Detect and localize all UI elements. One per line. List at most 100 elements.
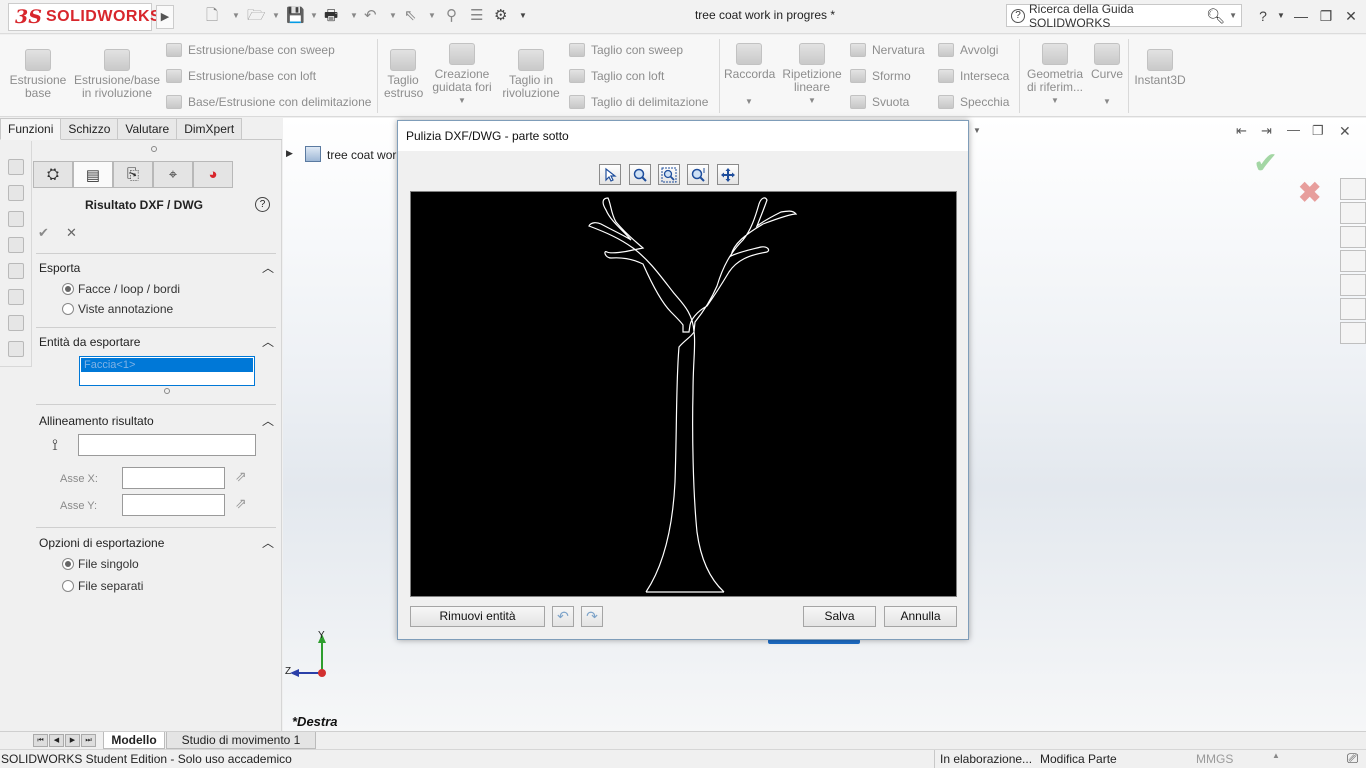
pm-ok-button[interactable]: ✔ — [38, 225, 49, 241]
new-document-icon[interactable]: 🗋 — [206, 6, 218, 26]
sketch-tool-icon[interactable] — [8, 159, 24, 175]
radio-separate-files[interactable]: File separati — [62, 579, 143, 593]
menu-flyout-button[interactable]: ▶ — [156, 5, 174, 29]
dropdown-arrow-icon[interactable]: ▼ — [1024, 94, 1086, 107]
task-pane-forum-icon[interactable] — [1340, 322, 1366, 344]
radio-circle[interactable] — [62, 283, 74, 295]
ribbon-revolve-cut[interactable]: Taglio in rivoluzione — [500, 49, 562, 100]
section-entities-header[interactable]: Entità da esportare — [39, 335, 140, 349]
pan-icon[interactable] — [717, 164, 739, 185]
surface-finish-icon[interactable] — [8, 263, 24, 279]
annotation-icon[interactable] — [8, 237, 24, 253]
ribbon-extrude-boss[interactable]: Estrusione base — [8, 49, 68, 100]
undo-icon[interactable]: ↶ — [364, 6, 377, 26]
smart-dimension-icon[interactable] — [8, 185, 24, 201]
select-tool-icon[interactable] — [599, 164, 621, 185]
collapse-chevron-icon[interactable]: ︿ — [262, 412, 274, 429]
reverse-direction-icon[interactable]: ⇗ — [235, 495, 247, 512]
help-dropdown-icon[interactable]: ▼ — [1270, 6, 1292, 26]
ribbon-shell[interactable]: Svuota — [850, 95, 909, 109]
task-pane-home-icon[interactable] — [1340, 178, 1366, 200]
feature-manager-tab-icon[interactable]: ⛭ — [33, 161, 73, 188]
prev-tab-icon[interactable]: ◀ — [49, 734, 64, 747]
reverse-direction-icon[interactable]: ⇗ — [235, 468, 247, 485]
ribbon-mirror[interactable]: Specchia — [938, 95, 1009, 109]
note-icon[interactable] — [8, 211, 24, 227]
ribbon-fillet[interactable]: Raccorda ▼ — [724, 43, 775, 108]
origin-field[interactable] — [78, 434, 256, 456]
ribbon-hole-wizard[interactable]: Creazione guidata fori ▼ — [428, 43, 496, 107]
collapse-chevron-icon[interactable]: ︿ — [262, 534, 274, 551]
open-icon[interactable]: 🗁 — [247, 6, 266, 26]
tab-valutare[interactable]: Valutare — [118, 118, 178, 140]
dropdown-arrow-icon[interactable]: ▼ — [1090, 95, 1124, 108]
preview-canvas[interactable] — [410, 191, 957, 597]
section-alignment-header[interactable]: Allineamento risultato — [39, 414, 154, 428]
ribbon-extrude-cut[interactable]: Taglio estruso — [384, 49, 423, 100]
radio-circle[interactable] — [62, 303, 74, 315]
restore-button[interactable]: ❐ — [1315, 6, 1337, 26]
task-pane-appearances-icon[interactable] — [1340, 274, 1366, 296]
ribbon-curves[interactable]: Curve ▼ — [1090, 43, 1124, 108]
close-app-button[interactable]: ✕ — [1340, 6, 1362, 26]
splitter-handle[interactable] — [151, 146, 157, 152]
tree-root-label[interactable]: tree coat wor — [327, 148, 396, 162]
ribbon-reference-geometry[interactable]: Geometria di riferim... ▼ — [1024, 43, 1086, 107]
tab-funzioni[interactable]: Funzioni — [0, 118, 62, 140]
datum-icon[interactable] — [8, 289, 24, 305]
ribbon-revolve-boss[interactable]: Estrusione/base in rivoluzione — [72, 49, 162, 100]
zoom-in-out-icon[interactable] — [687, 164, 709, 185]
ribbon-linear-pattern[interactable]: Ripetizione lineare ▼ — [780, 43, 844, 107]
section-export-options-header[interactable]: Opzioni di esportazione — [39, 536, 164, 550]
ribbon-boundary-cut[interactable]: Taglio di delimitazione — [569, 95, 708, 109]
radio-faces-loops-edges[interactable]: Facce / loop / bordi — [62, 282, 180, 296]
doc-minimize-button[interactable]: — — [1287, 122, 1300, 137]
axis-y-field[interactable] — [122, 494, 225, 516]
solidworks-logo[interactable]: 3S SOLIDWORKS — [8, 3, 161, 31]
collapse-chevron-icon[interactable]: ︿ — [262, 333, 274, 350]
zoom-to-fit-icon[interactable] — [658, 164, 680, 185]
dimxpert-manager-tab-icon[interactable]: ⌖ — [153, 161, 193, 188]
tab-motion-study[interactable]: Studio di movimento 1 — [166, 732, 316, 749]
help-search-box[interactable]: ? Ricerca della Guida SOLIDWORKS 🔍︎ ▼ — [1006, 2, 1242, 30]
resize-handle[interactable] — [164, 388, 170, 394]
tab-dimxpert[interactable]: DimXpert — [177, 118, 243, 140]
tree-expand-icon[interactable]: ▶ — [286, 148, 293, 159]
print-icon[interactable]: 🖶 — [324, 6, 338, 26]
redo-button[interactable]: ↷ — [581, 606, 603, 627]
tab-schizzo[interactable]: Schizzo — [61, 118, 119, 140]
configuration-manager-tab-icon[interactable]: ⎘ — [113, 161, 153, 188]
save-dropdown-icon[interactable]: ▼ — [310, 6, 318, 26]
ribbon-draft[interactable]: Sformo — [850, 69, 911, 83]
entities-selection-box[interactable]: Faccia<1> — [79, 356, 255, 386]
save-icon[interactable]: 💾 — [286, 6, 305, 26]
property-manager-tab-icon[interactable]: ▤ — [73, 161, 113, 188]
status-options-icon[interactable]: ⎚ — [1347, 750, 1358, 767]
ribbon-rib[interactable]: Nervatura — [850, 43, 925, 57]
select-icon[interactable]: ⇖ — [404, 6, 417, 26]
tile-left-icon[interactable]: ⇤ — [1236, 123, 1247, 139]
reference-icon[interactable] — [8, 341, 24, 357]
dropdown-arrow-icon[interactable]: ▼ — [780, 94, 844, 107]
print-dropdown-icon[interactable]: ▼ — [350, 6, 358, 26]
ribbon-sweep-cut[interactable]: Taglio con sweep — [569, 43, 683, 57]
pm-cancel-button[interactable]: ✕ — [66, 225, 77, 241]
radio-circle[interactable] — [62, 558, 74, 570]
undo-button[interactable]: ↶ — [552, 606, 574, 627]
tile-right-icon[interactable]: ⇥ — [1261, 123, 1272, 139]
doc-restore-button[interactable]: ❐ — [1312, 123, 1324, 139]
radio-annotation-views[interactable]: Viste annotazione — [62, 302, 173, 316]
task-pane-library-icon[interactable] — [1340, 226, 1366, 248]
undo-dropdown-icon[interactable]: ▼ — [389, 6, 397, 26]
task-pane-explorer-icon[interactable] — [1340, 250, 1366, 272]
task-pane-resources-icon[interactable] — [1340, 202, 1366, 224]
select-dropdown-icon[interactable]: ▼ — [428, 6, 436, 26]
section-export-header[interactable]: Esporta — [39, 261, 80, 275]
search-icon[interactable]: 🔍︎ — [1206, 7, 1225, 25]
ribbon-sweep-boss[interactable]: Estrusione/base con sweep — [166, 43, 335, 57]
ribbon-boundary-boss[interactable]: Base/Estrusione con delimitazione — [166, 95, 371, 109]
ribbon-loft-cut[interactable]: Taglio con loft — [569, 69, 664, 83]
collapse-chevron-icon[interactable]: ︿ — [262, 259, 274, 276]
zoom-area-icon[interactable] — [629, 164, 651, 185]
ribbon-intersect[interactable]: Interseca — [938, 69, 1009, 83]
